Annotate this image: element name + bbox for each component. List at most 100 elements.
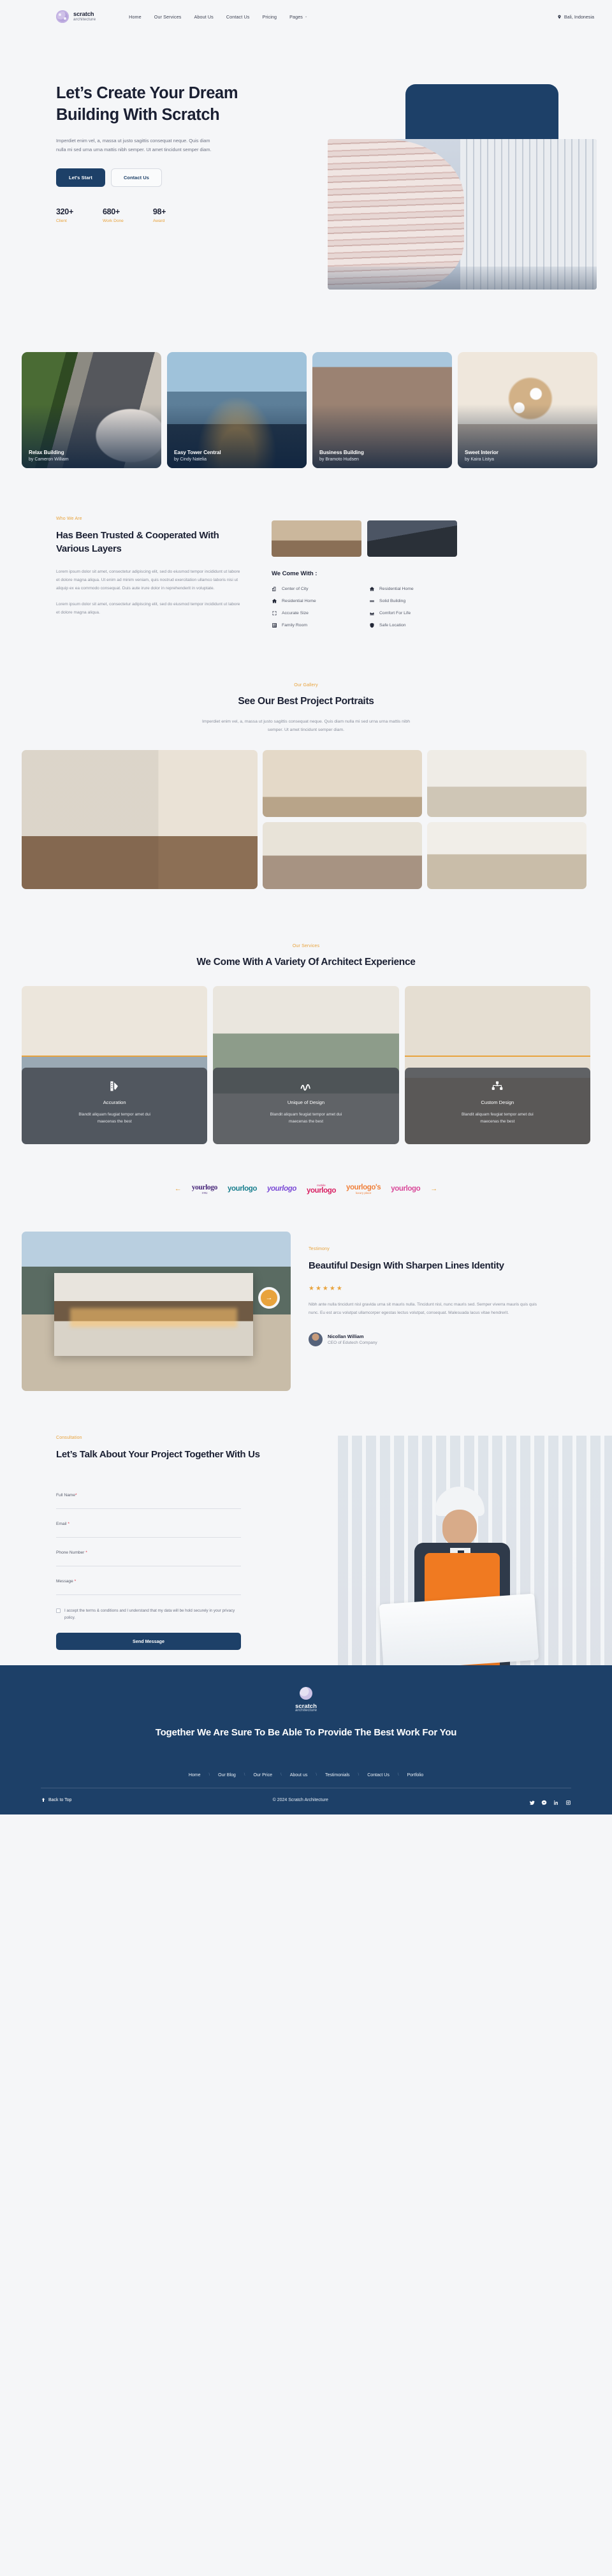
field-label: Email: [56, 1521, 67, 1526]
flower-cluster-icon: [300, 1686, 312, 1700]
client-logo: yourlogo: [267, 1185, 296, 1193]
testimony-section: → Testimony Beautiful Design With Sharpe…: [0, 1195, 612, 1391]
email-input[interactable]: [56, 1536, 241, 1538]
gallery-image[interactable]: [427, 821, 586, 889]
contact-us-button[interactable]: Contact Us: [110, 168, 162, 187]
hero-building-photo: [328, 139, 597, 290]
footer-headline: Together We Are Sure To Be Able To Provi…: [155, 1726, 457, 1738]
who-photo-interior: [272, 520, 361, 557]
back-to-top-button[interactable]: Back to Top: [41, 1797, 71, 1802]
home-icon: [369, 587, 375, 591]
required-marker: *: [68, 1521, 69, 1526]
gallery-header: Our Gallery See Our Best Project Portrai…: [0, 628, 612, 735]
footer-link-our-price[interactable]: Our Price: [253, 1773, 272, 1777]
gallery-title: See Our Best Project Portraits: [238, 696, 374, 707]
arrow-left-icon[interactable]: ←: [175, 1185, 182, 1193]
footer-brand[interactable]: scratch architecture: [0, 1686, 612, 1712]
service-card[interactable]: Accuration Blandit aliquam feugiat tempo…: [22, 985, 208, 1144]
footer-link-contact-us[interactable]: Contact Us: [367, 1773, 390, 1777]
footer-link-our-blog[interactable]: Our Blog: [218, 1773, 236, 1777]
sofa-icon: [370, 612, 374, 615]
client-logo-text: yourlogo: [191, 1183, 218, 1191]
message-input[interactable]: [56, 1594, 241, 1595]
services-row: Accuration Blandit aliquam feugiat tempo…: [0, 969, 612, 1144]
site-header: scratch architecture Home Our Services A…: [0, 0, 612, 33]
project-card[interactable]: Relax Building by Cameron William: [22, 352, 161, 468]
blueprint-paper: [379, 1593, 539, 1665]
service-card[interactable]: Custom Design Blandit aliquam feugiat te…: [404, 985, 590, 1144]
feature-label: Residential Home: [379, 587, 414, 591]
stat-value: 320+: [56, 207, 73, 216]
lets-start-button[interactable]: Let's Start: [56, 168, 105, 187]
arrow-up-icon: [41, 1798, 45, 1802]
service-title: Unique of Design: [287, 1099, 325, 1105]
client-logo-text: yourlogo: [227, 1185, 257, 1193]
nav-item-pages[interactable]: Pages ⌄: [289, 14, 307, 20]
project-author: by Cameron William: [29, 457, 69, 462]
send-message-button[interactable]: Send Message: [56, 1633, 241, 1651]
testimony-eyebrow: Testimony: [309, 1246, 330, 1251]
project-card[interactable]: Easy Tower Central by Cindy Natelia: [167, 352, 307, 468]
project-card[interactable]: Business Building by Bramoto Hudsen: [312, 352, 452, 468]
messenger-icon[interactable]: [541, 1797, 547, 1806]
project-card[interactable]: Sweet Interior by Kaira Listya: [458, 352, 597, 468]
layers-lines-icon: [370, 600, 374, 602]
arrow-right-icon[interactable]: →: [430, 1185, 437, 1193]
brand-logo[interactable]: scratch architecture: [56, 10, 96, 23]
services-header: Our Services We Come With A Variety Of A…: [0, 889, 612, 969]
footer-link-home[interactable]: Home: [189, 1773, 201, 1777]
social-links: [529, 1797, 571, 1806]
nav-item-our-services[interactable]: Our Services: [154, 14, 182, 20]
feature-label: Accurate Size: [282, 611, 309, 615]
nav-item-pricing[interactable]: Pricing: [262, 14, 277, 20]
divider: \: [244, 1773, 245, 1777]
stat-label: Award: [152, 218, 165, 223]
brand-subtitle: architecture: [73, 17, 96, 22]
field-phone-number: Phone Number *: [56, 1550, 241, 1566]
hero-stats: 320+ Client 680+ Work Done 98+ Award: [56, 207, 247, 223]
services-eyebrow: Our Services: [292, 943, 320, 948]
footer-link-testimonials[interactable]: Testimonials: [325, 1773, 350, 1777]
project-title: Relax Building: [29, 450, 64, 455]
field-label: Full Name: [56, 1492, 76, 1498]
service-title: Custom Design: [481, 1099, 514, 1105]
gallery-image[interactable]: [263, 821, 422, 889]
footer-link-portfolio[interactable]: Portfolio: [407, 1773, 424, 1777]
gallery-image[interactable]: [427, 749, 586, 817]
stat-work-done: 680+ Work Done: [103, 207, 124, 223]
service-accent-bar: [404, 1055, 590, 1057]
field-label: Phone Number: [56, 1550, 85, 1555]
project-title: Easy Tower Central: [174, 450, 221, 455]
footer-link-about-us[interactable]: About us: [290, 1773, 308, 1777]
gallery-image-large[interactable]: [22, 749, 258, 889]
arrow-right-circle-icon[interactable]: →: [258, 1286, 280, 1309]
consent-checkbox[interactable]: [56, 1608, 61, 1613]
linkedin-icon[interactable]: [553, 1797, 559, 1805]
who-we-are-section: Who We Are Has Been Trusted & Cooperated…: [0, 468, 612, 628]
nav-item-contact-us[interactable]: Contact Us: [226, 14, 250, 20]
map-pin-icon: [558, 15, 561, 18]
field-label: Message: [56, 1579, 73, 1584]
gallery-grid: [0, 735, 612, 889]
hero-title: Let’s Create Your Dream Building With Sc…: [56, 84, 238, 124]
field-email: Email *: [56, 1522, 241, 1538]
gallery-image[interactable]: [263, 749, 422, 817]
home-icon: [272, 599, 277, 603]
nav-item-about-us[interactable]: About Us: [194, 14, 214, 20]
service-card[interactable]: Unique of Design Blandit aliquam feugiat…: [213, 985, 399, 1144]
location-indicator[interactable]: Bali, Indonesia: [557, 14, 594, 20]
client-logo-text: yourlogo's: [346, 1183, 381, 1191]
divider: \: [316, 1773, 317, 1777]
project-title: Sweet Interior: [465, 450, 499, 455]
nav-item-home[interactable]: Home: [129, 14, 142, 20]
full-name-input[interactable]: [56, 1508, 241, 1509]
back-to-top-label: Back to Top: [48, 1797, 72, 1802]
grid-window-icon: [272, 623, 277, 628]
instagram-icon[interactable]: [565, 1797, 571, 1805]
stat-value: 98+: [152, 207, 166, 216]
feature-item: Residential Home: [272, 598, 360, 604]
twitter-icon[interactable]: [529, 1797, 535, 1805]
project-author: by Bramoto Hudsen: [319, 457, 359, 462]
location-label: Bali, Indonesia: [564, 13, 594, 20]
chevron-down-icon: ⌄: [305, 15, 308, 18]
